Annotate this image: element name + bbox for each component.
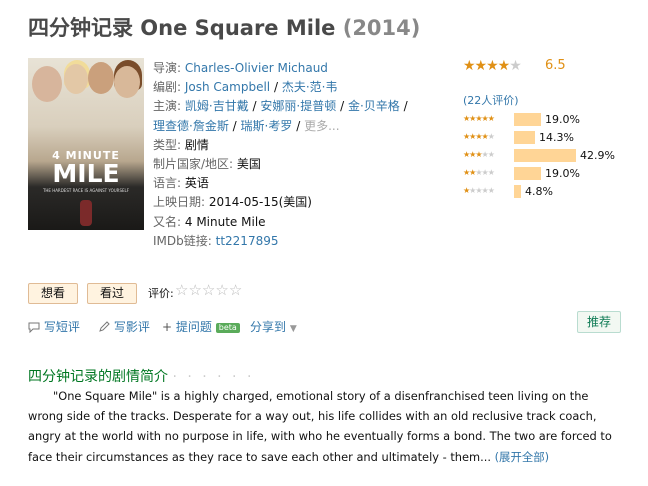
language-row: 语言: 英语 — [153, 174, 413, 193]
movie-info: 导演: Charles-Olivier Michaud 编剧: Josh Cam… — [153, 59, 413, 251]
star-outline-icon[interactable]: ☆ — [229, 281, 242, 299]
country-row: 制片国家/地区: 美国 — [153, 155, 413, 174]
write-short-review-link[interactable]: 写短评 — [28, 318, 80, 335]
genre-value: 剧情 — [184, 137, 209, 152]
release-label: 上映日期: — [153, 195, 206, 210]
movie-year: (2014) — [342, 16, 421, 40]
cast-link[interactable]: 金·贝辛格 — [348, 99, 400, 113]
cast-more-link[interactable]: 更多... — [304, 119, 339, 133]
poster-runner — [80, 200, 92, 226]
imdb-row: IMDb链接: tt2217895 — [153, 232, 413, 251]
rating-percent: 19.0% — [545, 167, 580, 180]
rating-row-stars-icon: ★★★★★ — [463, 186, 495, 195]
imdb-link[interactable]: tt2217895 — [216, 234, 279, 248]
page-title: 四分钟记录 One Square Mile (2014) — [28, 12, 420, 42]
imdb-label: IMDb链接: — [153, 233, 212, 248]
writer-link[interactable]: 杰夫·范·韦 — [282, 80, 338, 94]
expand-all-link[interactable]: (展开全部) — [495, 450, 549, 464]
aka-row: 又名: 4 Minute Mile — [153, 213, 413, 232]
writer-link[interactable]: Josh Campbell — [185, 80, 270, 94]
rating-stars-icon: ★★★★★ — [463, 58, 522, 74]
recommend-button[interactable]: 推荐 — [577, 311, 621, 333]
star-outline-icon[interactable]: ☆ — [202, 281, 215, 299]
beta-badge: beta — [215, 323, 240, 333]
watched-label: 看过 — [99, 286, 124, 300]
rating-percent: 14.3% — [539, 131, 574, 144]
aka-label: 又名: — [153, 214, 182, 229]
want-to-watch-button[interactable]: 想看 — [28, 283, 78, 304]
rate-label: 评价: — [148, 287, 174, 300]
synopsis-title: 四分钟记录的剧情简介 — [28, 369, 168, 385]
rating-bar — [514, 149, 576, 162]
rate-stars[interactable]: ☆☆☆☆☆ — [175, 281, 242, 299]
rating-percent: 19.0% — [545, 113, 580, 126]
poster-figure — [64, 64, 88, 94]
cast-link[interactable]: 理查德·詹金斯 — [153, 119, 229, 133]
director-link[interactable]: Charles-Olivier Michaud — [185, 61, 328, 75]
release-row: 上映日期: 2014-05-15(美国) — [153, 193, 413, 212]
poster-figure — [32, 66, 62, 102]
movie-title: 四分钟记录 One Square Mile — [28, 16, 336, 40]
synopsis-heading: 四分钟记录的剧情简介 · · · · · · — [28, 366, 254, 386]
language-label: 语言: — [153, 176, 182, 191]
director-label: 导演: — [153, 61, 182, 75]
poster-title: 4 MINUTE MILE — [28, 150, 144, 186]
rating-row-stars-icon: ★★★★★ — [463, 150, 495, 159]
watched-button[interactable]: 看过 — [87, 283, 137, 304]
rating-count-link[interactable]: (22人评价) — [463, 92, 519, 108]
rating-bar — [514, 131, 535, 144]
rating-percent: 42.9% — [580, 149, 615, 162]
rating-percent: 4.8% — [525, 185, 553, 198]
genre-label: 类型: — [153, 137, 182, 152]
rating-bar — [514, 185, 521, 198]
cast-link[interactable]: 瑞斯·考罗 — [241, 119, 293, 133]
poster-figure — [114, 66, 140, 98]
star-outline-icon[interactable]: ☆ — [215, 281, 228, 299]
want-to-watch-label: 想看 — [40, 286, 65, 300]
comment-icon — [28, 322, 40, 334]
rating-row-stars-icon: ★★★★★ — [463, 132, 495, 141]
genre-row: 类型: 剧情 — [153, 136, 413, 155]
writer-row: 编剧: Josh Campbell / 杰夫·范·韦 — [153, 80, 338, 95]
rating-row-stars-icon: ★★★★★ — [463, 168, 495, 177]
recommend-label: 推荐 — [586, 315, 611, 329]
rating-bar — [514, 113, 541, 126]
cast-link[interactable]: 凯姆·吉甘戴 — [185, 99, 249, 113]
poster-tagline: THE HARDEST RACE IS AGAINST YOURSELF — [42, 188, 130, 193]
director-row: 导演: Charles-Olivier Michaud — [153, 59, 413, 78]
poster-title-line2: MILE — [52, 159, 120, 188]
cast-label: 主演: — [153, 99, 182, 114]
write-review-link[interactable]: 写影评 — [98, 318, 150, 335]
rating-bar — [514, 167, 541, 180]
poster-figure — [88, 62, 114, 94]
writer-label: 编剧: — [153, 80, 182, 95]
write-short-review-label: 写短评 — [43, 320, 80, 334]
country-value: 美国 — [236, 157, 261, 172]
chevron-down-icon: ▼ — [289, 324, 297, 334]
language-value: 英语 — [184, 176, 209, 191]
aka-value: 4 Minute Mile — [184, 214, 266, 229]
release-value: 2014-05-15(美国) — [208, 195, 312, 210]
cast-link[interactable]: 安娜丽·提普顿 — [260, 99, 336, 113]
plus-icon: + — [162, 320, 173, 334]
star-outline-icon[interactable]: ☆ — [175, 281, 188, 299]
movie-poster[interactable]: 4 MINUTE MILE THE HARDEST RACE IS AGAINS… — [28, 58, 144, 230]
write-review-label: 写影评 — [113, 320, 150, 334]
country-label: 制片国家/地区: — [153, 157, 234, 172]
rating-row-stars-icon: ★★★★★ — [463, 114, 495, 123]
star-outline-icon[interactable]: ☆ — [188, 281, 201, 299]
share-label: 分享到 — [250, 320, 287, 334]
ask-question-label: 提问题 — [175, 320, 212, 334]
synopsis-body: "One Square Mile" is a highly charged, e… — [28, 386, 620, 467]
share-dropdown[interactable]: 分享到 ▼ — [250, 318, 297, 335]
synopsis-dots: · · · · · · — [172, 369, 255, 385]
rating-score: 6.5 — [545, 58, 566, 73]
cast-row: 主演: 凯姆·吉甘戴 / 安娜丽·提普顿 / 金·贝辛格 / 理查德·詹金斯 /… — [153, 99, 408, 133]
ask-question-link[interactable]: + 提问题 beta — [162, 318, 240, 335]
pencil-icon — [99, 321, 110, 332]
